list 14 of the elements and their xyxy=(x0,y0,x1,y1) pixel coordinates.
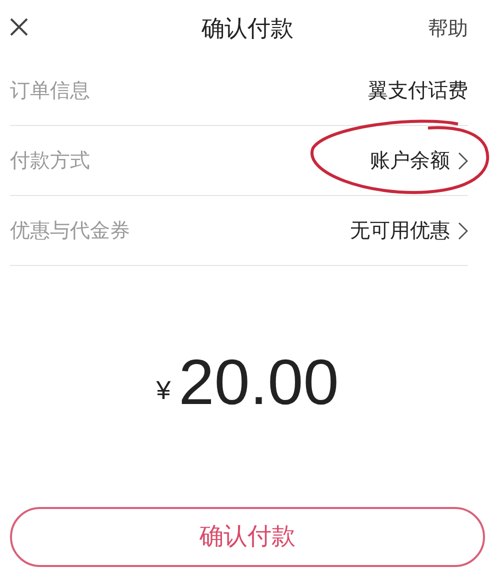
row-value[interactable]: 账户余额 xyxy=(370,146,450,176)
close-icon[interactable] xyxy=(9,17,29,37)
confirm-payment-button[interactable]: 确认付款 xyxy=(10,507,485,567)
row-label: 订单信息 xyxy=(10,78,90,104)
payment-amount: 20.00 xyxy=(178,350,339,414)
row-label: 优惠与代金券 xyxy=(10,218,130,244)
chevron-right-icon xyxy=(458,152,468,170)
row-label: 付款方式 xyxy=(10,148,90,174)
row-value: 翼支付话费 xyxy=(368,78,468,104)
help-link[interactable]: 帮助 xyxy=(428,14,468,44)
row-value[interactable]: 无可用优惠 xyxy=(350,216,450,246)
chevron-right-icon xyxy=(458,222,468,240)
currency-symbol: ¥ xyxy=(156,374,171,407)
page-title: 确认付款 xyxy=(202,14,294,43)
